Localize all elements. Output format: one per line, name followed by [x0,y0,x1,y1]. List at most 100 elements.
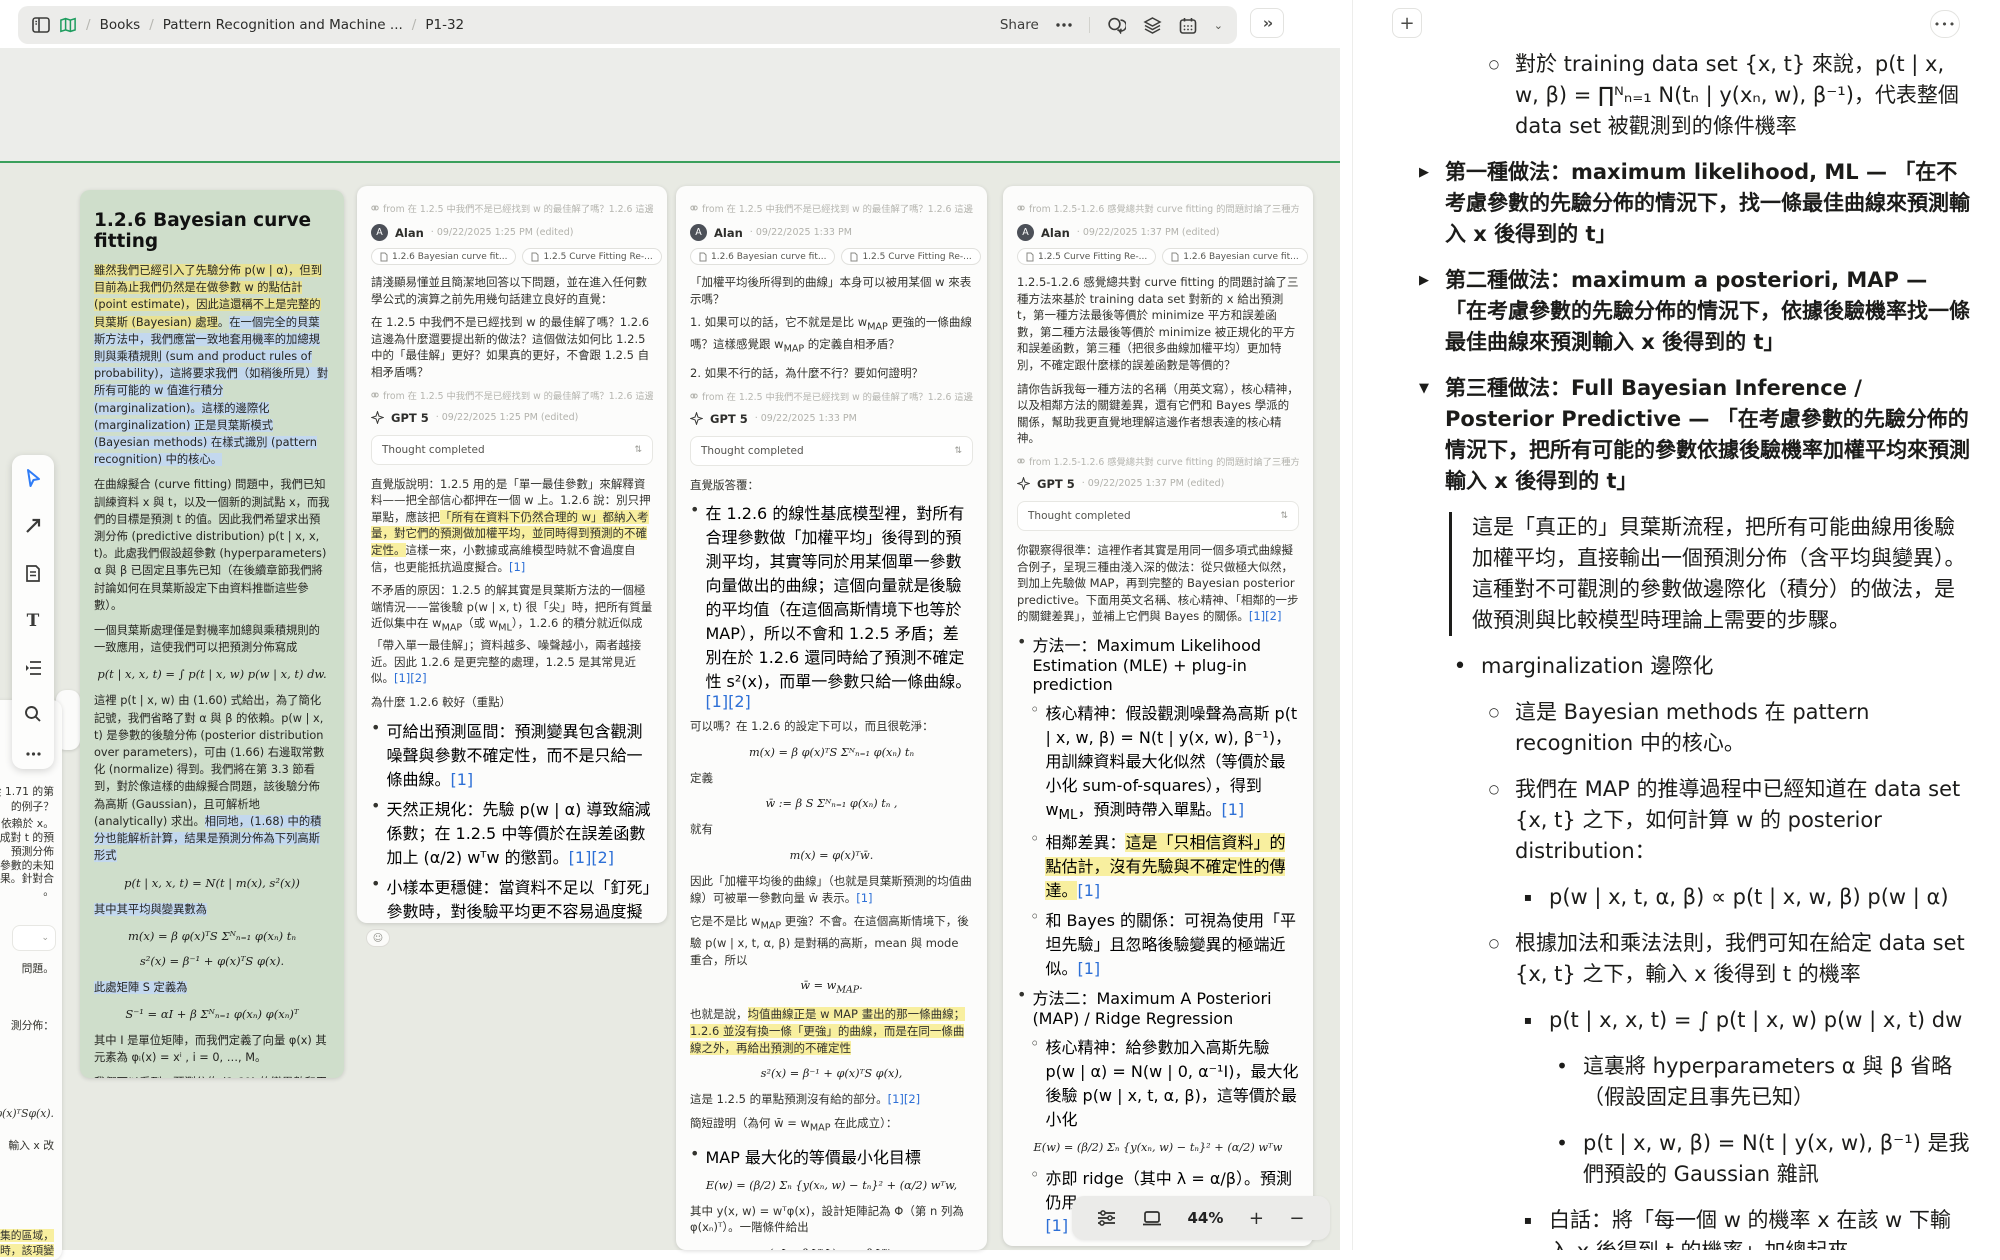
zoom-out-button[interactable]: − [1289,1208,1304,1229]
reference-chip[interactable]: 1.2.6 Bayesian curve fit... [371,248,516,265]
outline-item[interactable]: •這裏將 hyperparameters α 與 β 省略（假設固定且事先已知） [1405,1051,1971,1113]
bullet-marker[interactable]: ▪ [1515,1005,1541,1035]
text-tool-icon[interactable]: T [27,611,40,631]
breadcrumb: / Books / Pattern Recognition and Machin… [32,17,464,33]
view-settings-icon[interactable] [1097,1210,1116,1226]
reference-chip[interactable]: 1.2.5 Curve Fitting Re-... [841,248,980,265]
share-button[interactable]: Share [1000,17,1039,33]
breadcrumb-item-book-title[interactable]: Pattern Recognition and Machine ... [163,17,403,33]
thought-box-fragment[interactable]: ⌄ [12,925,56,951]
chat-card-1[interactable]: from 在 1.2.5 中我們不是已經找到 w 的最佳解了嗎？1.2.6 這邊… [357,186,667,923]
outline-blockquote[interactable]: 這是「真正的」貝葉斯流程，把所有可能曲線用後驗加權平均，直接輸出一個預測分佈（含… [1449,512,1971,636]
sub-bullet-item: ◦核心精神：給參數加入高斯先驗 p(w | α) = N(w | 0, α⁻¹I… [1017,1034,1299,1130]
expand-icon[interactable]: ⇅ [1280,511,1288,521]
comments-icon[interactable] [1107,17,1126,34]
context-reference[interactable]: from 在 1.2.5 中我們不是已經找到 w 的最佳解了嗎？1.2.6 這邊… [690,389,973,403]
add-reaction-button[interactable]: ☺ [366,929,390,947]
context-reference[interactable]: from 在 1.2.5 中我們不是已經找到 w 的最佳解了嗎？1.2.6 這邊… [690,201,973,215]
reference-chip[interactable]: 1.2.5 Curve Fitting Re-... [522,248,661,265]
context-reference[interactable]: from 1.2.5-1.2.6 感覺總共對 curve fitting 的問題… [1017,454,1299,468]
book-map-icon[interactable] [59,17,77,33]
outline-tool-icon[interactable] [24,660,43,676]
search-icon[interactable] [24,705,42,723]
outline-item[interactable]: ○這是 Bayesian methods 在 pattern recogniti… [1405,697,1971,759]
layers-icon[interactable] [1143,17,1162,34]
bullet-marker[interactable]: • [1549,1128,1575,1159]
user-question: 「加權平均後所得到的曲線」本身可以被用某個 w 來表示嗎？ [690,274,973,307]
gpt-star-icon [371,411,384,424]
outline-text: 第三種做法：Full Bayesian Inference / Posterio… [1445,376,1970,493]
message-timestamp: · 09/22/2025 1:33 PM [750,227,852,238]
reference-chip[interactable]: 1.2.5 Curve Fitting Re-... [1017,248,1156,265]
collapsed-toggle-icon[interactable]: ▶ [1411,157,1437,188]
bullet-marker[interactable]: • [1549,1051,1575,1082]
bullet-marker[interactable]: ▪ [1515,882,1541,912]
doc-formula: p(t | x, x, t) = N(t | m(x), s²(x)) [94,876,330,890]
doc-paragraph: 一個貝葉斯處理僅是對機率加總與乘積規則的一致應用，這使我們可以把預測分佈寫成 [94,622,330,656]
doc-paragraph: 其中 I 是單位矩陣，而我們定義了向量 φ(x) 其元素為 φᵢ(x) = xⁱ… [94,1032,330,1066]
breadcrumb-item-books[interactable]: Books [100,17,141,33]
calendar-icon[interactable] [1179,17,1197,34]
expanded-toggle-icon[interactable]: ▼ [1411,373,1437,404]
assistant-name: GPT 5 [710,412,748,426]
bullet-marker[interactable]: ○ [1481,928,1507,958]
context-reference[interactable]: from 在 1.2.5 中我們不是已經找到 w 的最佳解了嗎？1.2.6 這邊… [371,388,653,402]
more-tools-icon[interactable] [26,752,41,756]
outline-item[interactable]: ○我們在 MAP 的推導過程中已經知道在 data set {x, t} 之下，… [1405,774,1971,867]
context-reference[interactable]: from 在 1.2.5 中我們不是已經找到 w 的最佳解了嗎？1.2.6 這邊… [371,201,653,215]
chat-card-2[interactable]: from 在 1.2.5 中我們不是已經找到 w 的最佳解了嗎？1.2.6 這邊… [676,186,987,1250]
bullet-marker[interactable]: ▪ [1515,1205,1541,1235]
outline-item[interactable]: ○根據加法和乘法法則，我們可知在給定 data set {x, t} 之下，輸入… [1405,928,1971,990]
thought-completed-box[interactable]: Thought completed⇅ [1017,501,1299,531]
outline-item[interactable]: ▶ 第二種做法：maximum a posteriori, MAP — 「在考慮參… [1405,265,1971,358]
collapsed-toggle-icon[interactable]: ▶ [1411,265,1437,296]
pdf-excerpt-card[interactable]: 1.2.6 Bayesian curve fitting 雖然我們已經引入了先驗… [80,190,344,1078]
reference-chip[interactable]: 1.2.6 Bayesian curve fit... [1162,248,1307,265]
expand-icon[interactable]: ⇅ [634,445,642,455]
chat-card-partial[interactable]: 想從 1.71 的第的例子？依賴於 x。造成對 t 的預預測分佈參數的未知果。針… [0,700,62,1260]
outline-item[interactable]: ▪p(w | x, t, α, β) ∝ p(t | x, w, β) p(w … [1405,882,1971,913]
breadcrumb-item-page[interactable]: P1-32 [425,17,464,33]
outline-text: 第一種做法：maximum likelihood, ML — 「在不考慮參數的先… [1445,160,1970,246]
thought-completed-box[interactable]: Thought completed⇅ [371,435,653,465]
chat-card-3[interactable]: from 1.2.5-1.2.6 感覺總共對 curve fitting 的問題… [1003,186,1313,1246]
assistant-paragraph: 你觀察得很準：這裡作者其實是用同一個多項式曲線擬合例子，呈現三種由淺入深的做法：… [1017,542,1299,625]
bullet-marker[interactable]: ○ [1481,697,1507,727]
doc-paragraph: 其中其平均與變異數為 [94,901,330,918]
outline-text: 第二種做法：maximum a posteriori, MAP — 「在考慮參數… [1445,268,1970,354]
chevron-down-icon[interactable]: ⌄ [1214,19,1223,32]
outline-item[interactable]: •marginalization 邊際化 [1405,651,1971,682]
add-note-button[interactable]: + [1392,8,1422,38]
outline-item[interactable]: ▪ p(t | x, x, t) = ∫ p(t | x, w) p(w | x,… [1405,1005,1971,1036]
user-name: Alan [395,226,424,240]
assistant-paragraph: 這是 1.2.5 的單點預測沒有給的部分。[1][2] [690,1091,973,1108]
bullet-marker[interactable]: ○ [1481,49,1507,79]
reference-chip[interactable]: 1.2.6 Bayesian curve fit... [690,248,835,265]
panel-more-button[interactable]: ••• [1930,10,1960,38]
outline-item[interactable]: ▪白話：將「每一個 w 的機率 x 在該 w 下輸入 x 後得到 t 的機率」加… [1405,1205,1971,1250]
cursor-tool-icon[interactable] [24,468,43,488]
outline-notes[interactable]: ○對於 training data set {x, t} 來說，p(t | x,… [1405,34,1971,1250]
bullet-item: •可給出預測區間：預測變異包含觀測噪聲與參數不確定性，而不是只給一條曲線。[1] [371,718,653,790]
outline-item[interactable]: ▼ 第三種做法：Full Bayesian Inference / Posteri… [1405,373,1971,497]
device-preview-icon[interactable] [1142,1211,1162,1226]
bullet-marker[interactable]: ○ [1481,774,1507,804]
zoom-in-button[interactable]: + [1249,1208,1264,1229]
arrow-tool-icon[interactable] [24,517,42,535]
more-actions-icon[interactable] [1056,23,1072,27]
expand-icon[interactable]: ⇅ [954,446,962,456]
note-tool-icon[interactable] [24,564,42,583]
outline-item[interactable]: •p(t | x, w, β) = N(t | y(x, w), β⁻¹) 是我… [1405,1128,1971,1190]
outline-text: p(t | x, x, t) = ∫ p(t | x, w) p(w | x, … [1549,1008,1962,1032]
assistant-name: GPT 5 [1037,477,1075,491]
collapse-panel-button[interactable]: ›› [1250,8,1284,38]
outline-item[interactable]: ▶ 第一種做法：maximum likelihood, ML — 「在不考慮參數的… [1405,157,1971,250]
assistant-paragraph: 定義 [690,770,973,787]
outline-item[interactable]: ○對於 training data set {x, t} 來說，p(t | x,… [1405,49,1971,142]
context-reference[interactable]: from 1.2.5-1.2.6 感覺總共對 curve fitting 的問題… [1017,201,1299,215]
bullet-marker[interactable]: • [1447,651,1473,682]
sidebar-toggle-icon[interactable] [32,17,50,33]
thought-completed-box[interactable]: Thought completed⇅ [690,436,973,466]
reference-chips: 1.2.6 Bayesian curve fit...1.2.5 Curve F… [690,248,973,265]
zoom-level[interactable]: 44% [1187,1209,1223,1227]
